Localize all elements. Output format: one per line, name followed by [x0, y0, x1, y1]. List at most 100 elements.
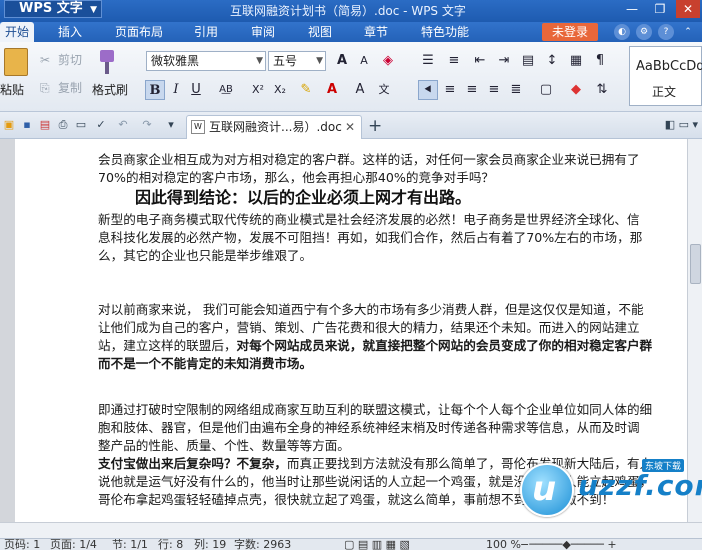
doc-line: 而不是一个不能肯定的未知消费市场。 [98, 356, 313, 371]
status-pages: 页面: 1/4 [50, 538, 97, 551]
numbered-list-icon[interactable]: ≡ [444, 51, 464, 71]
phonetic-guide-icon[interactable]: 文 [374, 80, 394, 100]
save-icon[interactable]: ▪ [20, 118, 34, 132]
decrease-font-icon[interactable]: A [354, 51, 374, 71]
borders-icon[interactable]: ▢ [536, 80, 556, 100]
bullet-list-icon[interactable]: ☰ [418, 51, 438, 71]
export-pdf-icon[interactable]: ▤ [38, 118, 52, 132]
tab-review[interactable]: 审阅 [245, 22, 281, 42]
decrease-indent-icon[interactable]: ⇤ [470, 51, 490, 71]
cut-button[interactable]: 剪切 [58, 52, 82, 68]
table-icon[interactable]: ▦ [566, 51, 586, 71]
tab-home[interactable]: 开始 [0, 22, 34, 42]
close-button[interactable]: ✕ [676, 0, 700, 18]
tab-references[interactable]: 引用 [188, 22, 224, 42]
increase-font-icon[interactable]: A [332, 51, 352, 71]
window-title: 互联网融资计划书（简易）.doc - WPS 文字 [230, 4, 466, 18]
help-icon[interactable]: ? [658, 24, 674, 40]
font-family-select[interactable]: 微软雅黑 ▼ [146, 51, 266, 71]
doc-line: 站，建立这样的联盟后，对每个网站成员来说，就直接把整个网站的会员变成了你的相对稳… [98, 337, 687, 355]
print-preview-icon[interactable]: ▭ [74, 118, 88, 132]
undo-icon[interactable]: ↶ [116, 118, 130, 132]
style-name: 正文 [652, 85, 677, 99]
format-painter-icon[interactable] [98, 50, 116, 76]
status-word-count[interactable]: 字数: 2963 [234, 539, 291, 551]
line-spacing-icon[interactable]: ↕ [542, 51, 562, 71]
align-left-icon[interactable]: ⯇ [418, 80, 438, 100]
scissors-icon: ✂ [40, 53, 51, 67]
app-name: WPS 文字 [19, 1, 83, 16]
minimize-button[interactable]: — [620, 0, 644, 18]
font-color-icon[interactable]: A [322, 80, 342, 100]
document-tab-bar: ▣ ▪ ▤ ⎙ ▭ ✓ ↶ ↷ ▾ W 互联网融资计...易）.doc ✕ + … [0, 112, 702, 139]
print-icon[interactable]: ⎙ [56, 118, 70, 132]
settings-icon[interactable]: ⚙ [636, 24, 652, 40]
redo-icon[interactable]: ↷ [140, 118, 154, 132]
doc-line: 即通过打破时空限制的网络组成商家互助互利的联盟这模式，让每个个人每个企业单位如同… [98, 402, 653, 417]
tab-list-controls[interactable]: ◧ ▭ ▾ [665, 118, 698, 131]
doc-bold-text: 对每个网站成员来说，就直接把整个网站的会员变成了你的相对稳定客户群 [236, 338, 653, 353]
doc-bold-text: 支付宝做出来后复杂吗？不复杂， [98, 456, 287, 471]
clear-format-icon[interactable]: ◈ [378, 51, 398, 71]
highlight-icon[interactable]: ✎ [296, 80, 316, 100]
view-mode-icons[interactable]: ▢ ▤ ▥ ▦ ▧ [344, 539, 410, 551]
sort-icon[interactable]: ⇅ [592, 80, 612, 100]
document-tab[interactable]: W 互联网融资计...易）.doc ✕ [186, 115, 362, 139]
app-menu-button[interactable]: WPS 文字 ▼ [4, 0, 102, 18]
new-tab-button[interactable]: + [368, 116, 382, 136]
scrollbar-thumb[interactable] [690, 244, 701, 284]
doc-line: 息科技化发展的必然产物，发展不可阻挡！再如，如我们合作，然后占有着了70%左右的… [98, 230, 643, 245]
underline-button[interactable]: U [186, 80, 206, 100]
login-button[interactable]: 未登录 [542, 23, 598, 41]
ribbon-toolbar: 粘贴 ✂ 剪切 ⎘ 复制 格式刷 微软雅黑 ▼ 五号 ▼ A A ◈ B I U… [0, 42, 702, 112]
menu-bar: 开始 插入 页面布局 引用 审阅 视图 章节 特色功能 未登录 ◐ ⚙ ? ⌃ [0, 22, 702, 42]
italic-button[interactable]: I [166, 80, 186, 100]
tab-page-layout[interactable]: 页面布局 [108, 22, 170, 42]
style-gallery[interactable]: AaBbCcDd 正文 [629, 46, 702, 106]
justify-icon[interactable]: ≡ [484, 80, 504, 100]
tab-insert[interactable]: 插入 [52, 22, 88, 42]
doc-line: 么，其它的企业也只能是举步维艰了。 [98, 248, 313, 263]
status-column: 列: 19 [194, 538, 227, 551]
distribute-icon[interactable]: ≣ [506, 80, 526, 100]
watermark-subtext: 东坡下载 [642, 459, 685, 472]
status-zoom[interactable]: 100 % [486, 539, 521, 551]
superscript-button[interactable]: X² [248, 80, 268, 100]
bold-button[interactable]: B [145, 80, 165, 100]
chinese-layout-icon[interactable]: ▤ [518, 51, 538, 71]
tab-special-features[interactable]: 特色功能 [414, 22, 476, 42]
increase-indent-icon[interactable]: ⇥ [494, 51, 514, 71]
copy-button[interactable]: 复制 [58, 80, 82, 96]
subscript-button[interactable]: X₂ [270, 80, 290, 100]
copy-icon: ⎘ [40, 81, 50, 95]
char-shading-icon[interactable]: A [350, 80, 370, 100]
paragraph-mark-icon[interactable]: ¶ [590, 51, 610, 71]
strikethrough-button[interactable]: A͟B [216, 80, 236, 100]
maximize-button[interactable]: ❐ [648, 0, 672, 18]
doc-text: 站，建立这样的联盟后， [98, 338, 237, 353]
tab-chapter[interactable]: 章节 [358, 22, 394, 42]
collapse-ribbon-icon[interactable]: ⌃ [680, 24, 696, 40]
document-tab-label: 互联网融资计...易）.doc [209, 120, 342, 134]
doc-line: 会员商家企业相互成为对方相对稳定的客户群。这样的话，对任何一家会员商家企业来说已… [98, 152, 640, 167]
shading-icon[interactable]: ◆ [566, 80, 586, 100]
zoom-slider[interactable]: −─────◆───── + [520, 539, 617, 551]
paste-button-label[interactable]: 粘贴 [0, 82, 24, 98]
open-folder-icon[interactable]: ▣ [2, 118, 16, 132]
align-right-icon[interactable]: ≡ [462, 80, 482, 100]
tab-view[interactable]: 视图 [302, 22, 338, 42]
paste-icon[interactable] [4, 48, 28, 76]
align-center-icon[interactable]: ≡ [440, 80, 460, 100]
spell-check-icon[interactable]: ✓ [94, 118, 108, 132]
chevron-down-icon: ▼ [90, 5, 97, 15]
skin-icon[interactable]: ◐ [614, 24, 630, 40]
close-tab-button[interactable]: ✕ [345, 116, 355, 138]
status-row: 行: 8 [158, 538, 184, 551]
doc-line: 整产品的性能、质量、个性、数量等等方面。 [98, 438, 350, 453]
chevron-down-icon[interactable]: ▾ [164, 118, 178, 132]
chevron-down-icon: ▼ [316, 56, 323, 66]
font-size-select[interactable]: 五号 ▼ [268, 51, 326, 71]
status-page-number: 页码: 1 [4, 538, 41, 551]
chevron-down-icon: ▼ [256, 56, 263, 66]
format-painter-button[interactable]: 格式刷 [92, 82, 128, 98]
